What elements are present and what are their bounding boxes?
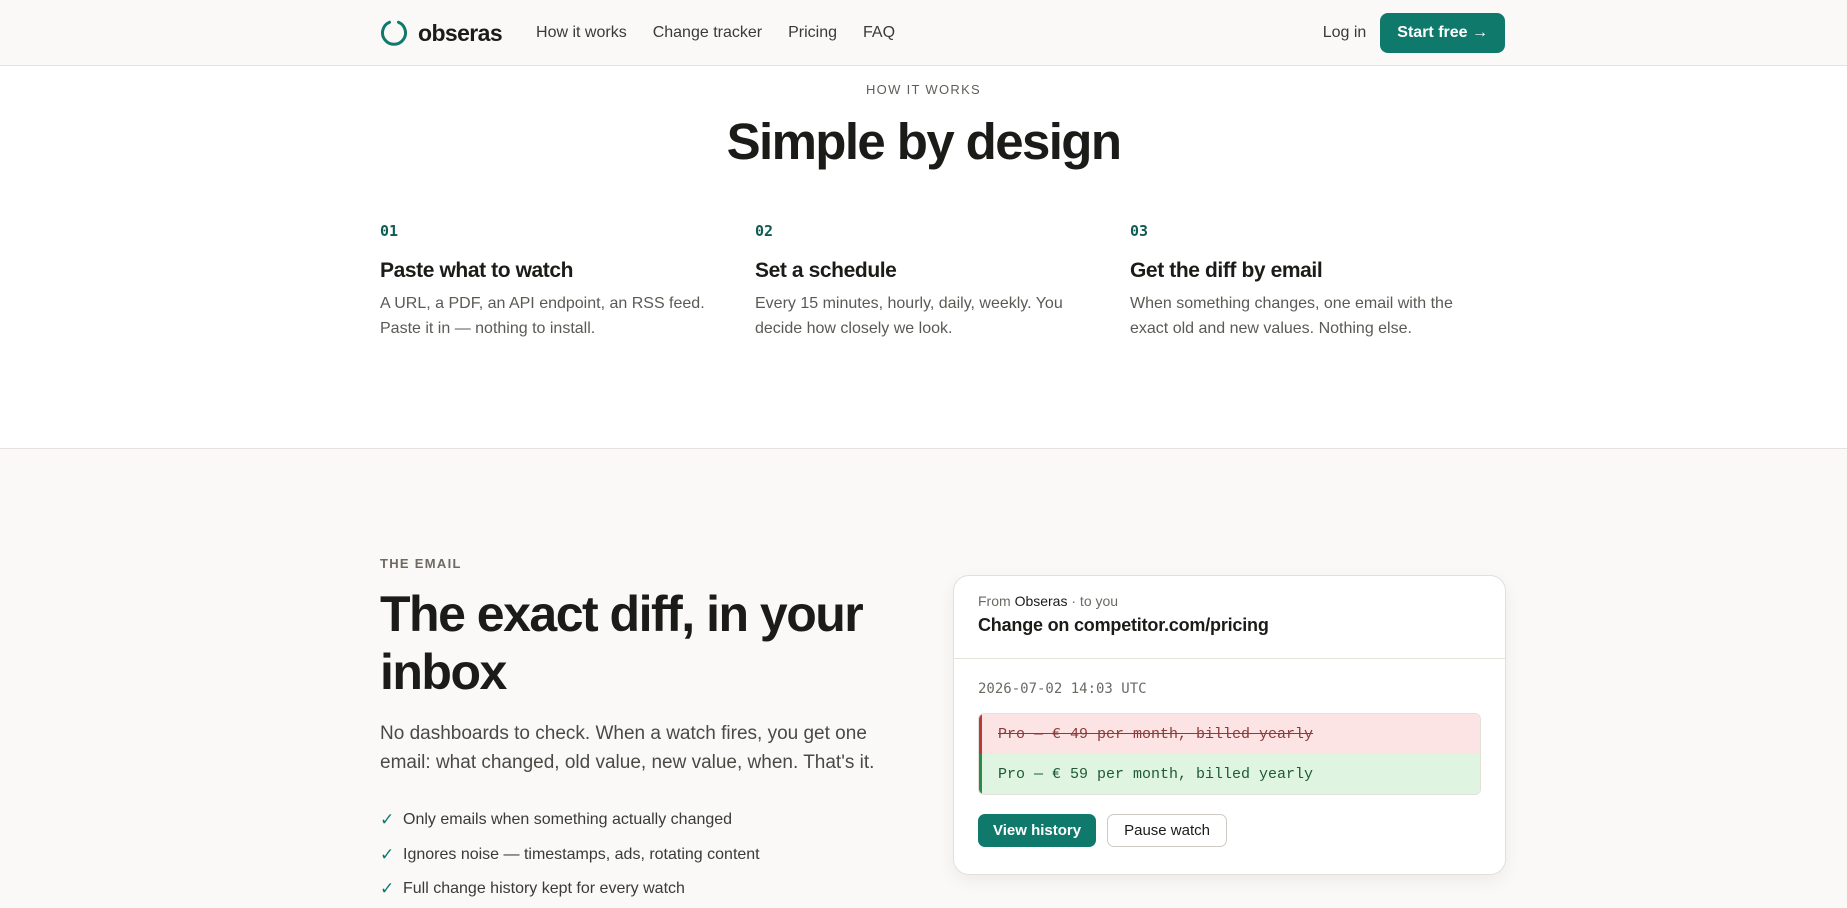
- email-header: From Obseras · to you Change on competit…: [954, 576, 1505, 659]
- email-section-title: The exact diff, in your inbox: [380, 586, 864, 700]
- checklist-item-text: Ignores noise — timestamps, ads, rotatin…: [403, 845, 760, 863]
- steps: 01 Paste what to watch A URL, a PDF, an …: [380, 222, 1505, 341]
- checklist-item: ✓ Only emails when something actually ch…: [380, 803, 760, 838]
- how-it-works-eyebrow: HOW IT WORKS: [865, 82, 982, 97]
- step-text: When something changes, one email with t…: [1130, 295, 1453, 337]
- from-prefix: From: [978, 593, 1015, 609]
- email-from-line: From Obseras · to you: [978, 593, 1481, 609]
- step-text: A URL, a PDF, an API endpoint, an RSS fe…: [380, 295, 705, 337]
- checklist-item: ✓ Ignores noise — timestamps, ads, rotat…: [380, 838, 760, 873]
- checklist-item-text: Only emails when something actually chan…: [403, 811, 733, 829]
- diff-removed-line: Pro — € 49 per month, billed yearly: [979, 714, 1480, 754]
- step-number: 03: [1130, 222, 1149, 240]
- logo-text: obseras: [418, 19, 503, 46]
- step-2: 02 Set a schedule Every 15 minutes, hour…: [755, 222, 1130, 341]
- step-text: Every 15 minutes, hourly, daily, weekly.…: [755, 295, 1063, 337]
- step-title: Get the diff by email: [1130, 259, 1323, 282]
- view-history-button[interactable]: View history: [978, 814, 1097, 847]
- email-subject: Change on competitor.com/pricing: [978, 615, 1269, 635]
- start-free-button[interactable]: Start free →: [1380, 13, 1505, 53]
- pause-watch-button[interactable]: Pause watch: [1107, 814, 1227, 847]
- nav-link-faq[interactable]: FAQ: [863, 24, 895, 42]
- email-section-eyebrow: THE EMAIL: [380, 556, 462, 571]
- email-sender: Obseras: [1014, 593, 1068, 609]
- check-icon: ✓: [380, 844, 395, 864]
- feature-checklist: ✓ Only emails when something actually ch…: [380, 803, 760, 907]
- top-nav: obseras How it works Change tracker Pric…: [0, 0, 1847, 66]
- email-section: THE EMAIL The exact diff, in your inbox …: [0, 449, 1847, 908]
- diff-block: Pro — € 49 per month, billed yearly Pro …: [978, 713, 1481, 795]
- step-number: 01: [380, 222, 399, 240]
- how-it-works-title: Simple by design: [726, 113, 1122, 170]
- login-link[interactable]: Log in: [1323, 24, 1367, 42]
- ring-logo-icon: [380, 19, 408, 47]
- step-title: Set a schedule: [755, 259, 897, 282]
- checklist-item-text: Full change history kept for every watch: [403, 880, 685, 898]
- nav-links: How it works Change tracker Pricing FAQ: [536, 24, 895, 42]
- nav-link-how-it-works[interactable]: How it works: [536, 24, 627, 42]
- diff-added-line: Pro — € 59 per month, billed yearly: [979, 754, 1480, 794]
- nav-link-pricing[interactable]: Pricing: [788, 24, 837, 42]
- check-icon: ✓: [380, 810, 395, 830]
- step-title: Paste what to watch: [380, 259, 574, 282]
- step-3: 03 Get the diff by email When something …: [1130, 222, 1505, 341]
- logo[interactable]: obseras: [380, 19, 503, 47]
- nav-actions: Log in Start free →: [1323, 13, 1505, 53]
- nav-link-change-tracker[interactable]: Change tracker: [653, 24, 762, 42]
- checklist-item: ✓ Full change history kept for every wat…: [380, 872, 760, 907]
- email-section-lead: No dashboards to check. When a watch fir…: [380, 723, 875, 773]
- check-icon: ✓: [380, 879, 395, 899]
- email-timestamp: 2026-07-02 14:03 UTC: [978, 681, 1147, 697]
- from-suffix: · to you: [1067, 593, 1119, 609]
- email-body: 2026-07-02 14:03 UTC Pro — € 49 per mont…: [954, 659, 1505, 847]
- how-it-works-section: HOW IT WORKS Simple by design 01 Paste w…: [0, 66, 1847, 449]
- nav-inner: obseras How it works Change tracker Pric…: [380, 0, 1505, 66]
- step-1: 01 Paste what to watch A URL, a PDF, an …: [380, 222, 755, 341]
- email-actions: View history Pause watch: [978, 814, 1481, 847]
- step-number: 02: [755, 222, 774, 240]
- email-preview-card: From Obseras · to you Change on competit…: [953, 575, 1506, 875]
